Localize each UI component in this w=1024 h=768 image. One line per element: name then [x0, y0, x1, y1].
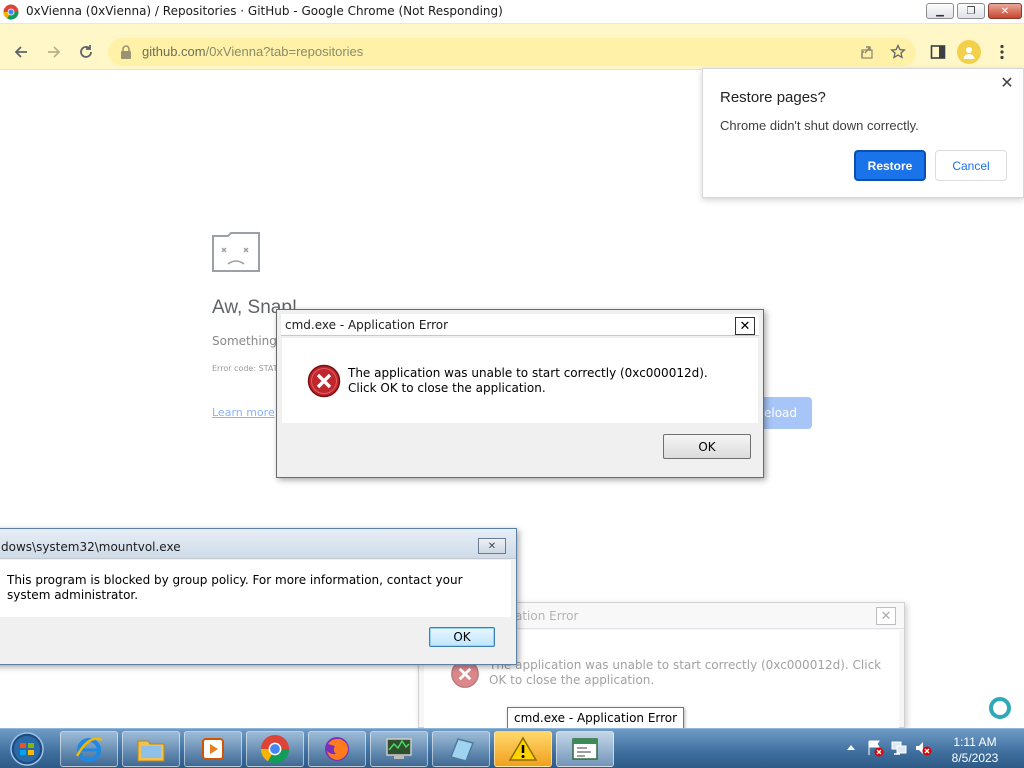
taskbar-firefox[interactable] [308, 731, 366, 767]
mountvol-title: dows\system32\mountvol.exe [1, 540, 181, 554]
address-url: github.com/0xVienna?tab=repositories [142, 44, 363, 59]
chrome-menu-button[interactable] [990, 40, 1014, 64]
minimize-icon: ▁ [936, 5, 944, 17]
application-icon [572, 738, 598, 760]
cmd-error-titlebar: cmd.exe - Application Error [281, 314, 759, 336]
url-host: github.com [142, 44, 206, 59]
close-icon: ✕ [1000, 5, 1010, 17]
restore-down-icon: ❐ [966, 5, 976, 17]
address-bar[interactable]: github.com/0xVienna?tab=repositories [108, 38, 916, 66]
profile-avatar[interactable] [957, 40, 981, 64]
network-icon[interactable] [890, 739, 908, 757]
taskbar-tooltip: cmd.exe - Application Error [507, 707, 685, 729]
taskbar-system-monitor[interactable] [370, 731, 428, 767]
ie-icon [75, 737, 103, 762]
firefox-icon [325, 737, 349, 761]
crash-error-code: Error code: STAT [212, 364, 278, 373]
taskbar-ie[interactable] [60, 731, 118, 767]
learn-more-link[interactable]: Learn more [212, 406, 275, 419]
close-icon: ✕ [880, 608, 892, 624]
taskbar-tablet[interactable] [432, 731, 490, 767]
tablet-icon [449, 738, 475, 762]
browser-toolbar: github.com/0xVienna?tab=repositories [0, 34, 1024, 70]
minimize-button[interactable]: ▁ [926, 3, 954, 19]
mountvol-footer: OK [0, 617, 511, 660]
share-icon[interactable] [860, 44, 876, 60]
floating-ring-icon[interactable] [989, 697, 1011, 719]
side-panel-button[interactable] [926, 40, 950, 64]
close-icon: ✕ [487, 540, 497, 552]
bookmark-star-icon[interactable] [890, 44, 906, 60]
restore-pages-bubble: Restore pages? Chrome didn't shut down c… [702, 68, 1024, 198]
clock-date: 8/5/2023 [951, 751, 999, 765]
tab-strip [0, 24, 1024, 34]
taskbar-explorer[interactable] [122, 731, 180, 767]
media-player-icon [202, 738, 224, 760]
restore-message: Chrome didn't shut down correctly. [720, 118, 919, 133]
mountvol-dialog: dows\system32\mountvol.exe ✕ This progra… [0, 528, 517, 665]
show-hidden-icons-icon[interactable] [846, 743, 856, 751]
cmd-error-ok-button[interactable]: OK [663, 434, 751, 459]
crash-subtitle: Something [212, 334, 277, 348]
reload-icon [80, 45, 92, 58]
mountvol-titlebar: dows\system32\mountvol.exe [0, 529, 516, 559]
window-title: 0xVienna (0xVienna) / Repositories · Git… [26, 4, 503, 18]
forward-arrow-icon [48, 46, 61, 58]
clock-time: 1:11 AM [953, 735, 997, 749]
restore-title: Restore pages? [720, 89, 826, 106]
close-icon: ✕ [739, 318, 751, 334]
mountvol-body: This program is blocked by group policy.… [0, 560, 511, 617]
taskbar-chrome[interactable] [246, 731, 304, 767]
explorer-icon [137, 740, 165, 762]
taskbar: 1:11 AM 8/5/2023 [0, 728, 1024, 768]
mountvol-message: This program is blocked by group policy.… [7, 573, 463, 602]
mountvol-close-button[interactable]: ✕ [478, 538, 506, 554]
background-error-title: ation Error [515, 609, 579, 623]
taskbar-warning[interactable] [494, 731, 552, 767]
taskbar-media-player[interactable] [184, 731, 242, 767]
chrome-logo-icon [3, 4, 19, 20]
action-center-icon[interactable] [866, 739, 884, 757]
lock-icon [121, 45, 131, 59]
background-error-message: The application was unable to start corr… [489, 658, 882, 687]
warning-icon [508, 736, 538, 761]
taskbar-application[interactable] [556, 731, 614, 767]
cmd-error-close-button[interactable]: ✕ [735, 317, 755, 335]
sad-tab-icon [212, 232, 260, 272]
window-close-button[interactable]: ✕ [988, 3, 1022, 19]
side-panel-icon [930, 45, 946, 59]
cmd-error-body: The application was unable to start corr… [282, 338, 758, 423]
restore-down-button[interactable]: ❐ [957, 3, 985, 19]
cmd-error-dialog: cmd.exe - Application Error ✕ The applic… [276, 309, 764, 478]
restore-cancel-button[interactable]: Cancel [935, 150, 1007, 181]
cmd-error-footer: OK [282, 423, 758, 473]
forward-button[interactable] [42, 40, 66, 64]
mountvol-ok-button[interactable]: OK [429, 627, 495, 647]
taskbar-clock[interactable]: 1:11 AM 8/5/2023 [940, 734, 1010, 766]
cmd-error-title: cmd.exe - Application Error [285, 318, 449, 332]
start-button[interactable] [2, 731, 52, 767]
window-titlebar: 0xVienna (0xVienna) / Repositories · Git… [0, 0, 1024, 24]
back-arrow-icon [14, 46, 27, 58]
person-icon [963, 47, 975, 59]
kebab-menu-icon [1000, 44, 1004, 60]
background-error-close-button[interactable]: ✕ [876, 607, 896, 625]
error-icon [307, 364, 341, 398]
volume-muted-icon[interactable] [914, 739, 932, 757]
chrome-icon [260, 734, 290, 764]
reload-toolbar-button[interactable] [74, 40, 98, 64]
restore-button[interactable]: Restore [854, 150, 926, 181]
cmd-error-message: The application was unable to start corr… [348, 366, 708, 395]
system-monitor-icon [386, 738, 412, 759]
url-path: /0xVienna?tab=repositories [205, 44, 364, 59]
restore-close-icon[interactable]: ✕ [999, 75, 1015, 91]
back-button[interactable] [9, 40, 33, 64]
